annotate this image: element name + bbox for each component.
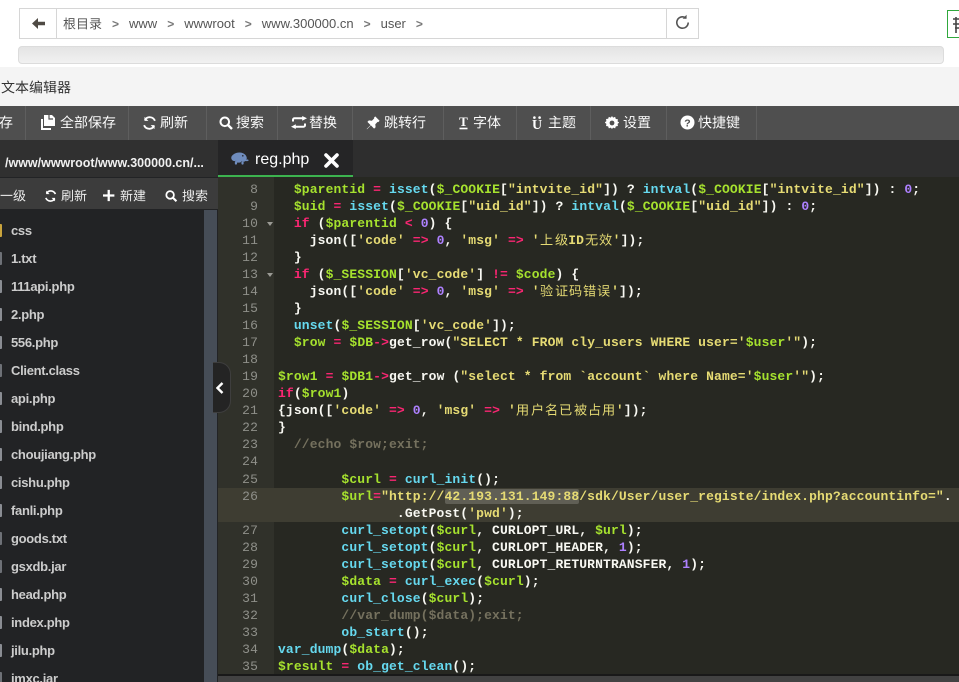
svg-text:?: ? <box>684 118 690 130</box>
svg-text:U: U <box>532 118 542 130</box>
svg-text:T: T <box>459 116 468 129</box>
